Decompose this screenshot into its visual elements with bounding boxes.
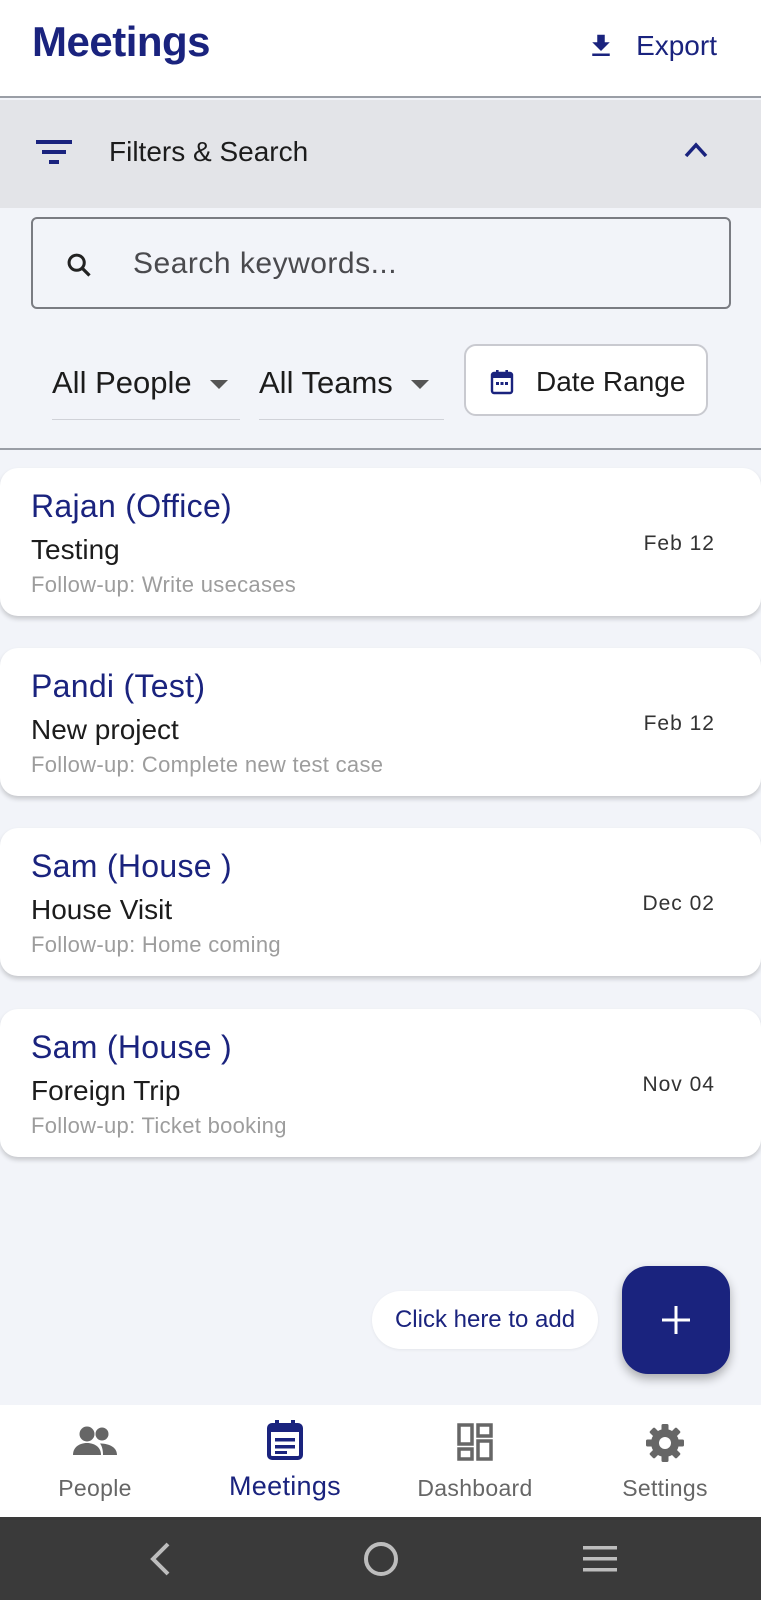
meeting-person: Pandi (Test) bbox=[31, 668, 206, 704]
export-button[interactable]: Export bbox=[586, 26, 717, 66]
gear-icon bbox=[646, 1424, 684, 1462]
download-icon bbox=[592, 34, 610, 56]
plus-icon bbox=[662, 1306, 690, 1334]
people-icon bbox=[73, 1426, 117, 1455]
nav-label-meetings: Meetings bbox=[229, 1471, 341, 1501]
add-hint-label[interactable]: Click here to add bbox=[372, 1291, 598, 1349]
home-icon[interactable] bbox=[363, 1541, 399, 1577]
meeting-card[interactable]: Sam (House ) House Visit Follow-up: Home… bbox=[0, 828, 761, 976]
meeting-title: House Visit bbox=[31, 894, 173, 925]
add-meeting-button[interactable] bbox=[622, 1266, 730, 1374]
filters-toggle[interactable]: Filters & Search bbox=[0, 100, 761, 208]
date-range-button[interactable]: Date Range bbox=[464, 344, 708, 416]
meeting-title: Testing bbox=[31, 534, 120, 565]
system-navigation-bar bbox=[0, 1517, 761, 1600]
meeting-followup: Follow-up: Write usecases bbox=[31, 572, 297, 597]
meeting-date: Feb 12 bbox=[643, 712, 715, 735]
dropdown-arrow-icon bbox=[410, 380, 429, 389]
dashboard-icon bbox=[457, 1423, 493, 1461]
nav-item-meetings[interactable]: Meetings bbox=[190, 1405, 380, 1517]
date-range-label: Date Range bbox=[536, 366, 686, 397]
export-label: Export bbox=[636, 30, 717, 61]
meeting-date: Nov 04 bbox=[642, 1073, 715, 1096]
search-icon bbox=[67, 253, 91, 277]
meeting-card[interactable]: Pandi (Test) New project Follow-up: Comp… bbox=[0, 648, 761, 796]
meeting-date: Feb 12 bbox=[643, 532, 715, 555]
bottom-navigation: People Meetings Dashboard Settings bbox=[0, 1405, 761, 1517]
filters-label: Filters & Search bbox=[109, 136, 309, 167]
filter-icon bbox=[36, 140, 72, 164]
meeting-followup: Follow-up: Home coming bbox=[31, 932, 281, 957]
nav-label-dashboard: Dashboard bbox=[417, 1475, 533, 1501]
search-input[interactable] bbox=[133, 239, 693, 289]
search-box[interactable] bbox=[31, 217, 731, 309]
recents-icon[interactable] bbox=[581, 1543, 619, 1575]
meeting-title: New project bbox=[31, 714, 179, 745]
nav-label-people: People bbox=[58, 1475, 132, 1501]
back-icon[interactable] bbox=[148, 1541, 172, 1577]
meeting-person: Sam (House ) bbox=[31, 1029, 232, 1065]
people-dropdown[interactable]: All People bbox=[52, 346, 240, 420]
meeting-date: Dec 02 bbox=[642, 892, 715, 915]
dropdown-arrow-icon bbox=[209, 380, 228, 389]
people-dropdown-label: All People bbox=[52, 364, 192, 400]
teams-dropdown[interactable]: All Teams bbox=[259, 346, 444, 420]
app-bar: Meetings Export bbox=[0, 0, 761, 98]
calendar-icon bbox=[490, 370, 514, 395]
chevron-up-icon[interactable] bbox=[683, 140, 709, 160]
teams-dropdown-label: All Teams bbox=[259, 364, 393, 400]
calendar-icon bbox=[267, 1420, 303, 1460]
nav-item-people[interactable]: People bbox=[0, 1405, 190, 1517]
meeting-followup: Follow-up: Ticket booking bbox=[31, 1113, 287, 1138]
filters-panel: All People All Teams Date Range bbox=[0, 208, 761, 450]
meeting-title: Foreign Trip bbox=[31, 1075, 181, 1106]
nav-label-settings: Settings bbox=[622, 1475, 708, 1501]
meeting-person: Rajan (Office) bbox=[31, 488, 233, 524]
meeting-person: Sam (House ) bbox=[31, 848, 232, 884]
meeting-card[interactable]: Rajan (Office) Testing Follow-up: Write … bbox=[0, 468, 761, 616]
meeting-card[interactable]: Sam (House ) Foreign Trip Follow-up: Tic… bbox=[0, 1009, 761, 1157]
nav-item-dashboard[interactable]: Dashboard bbox=[380, 1405, 570, 1517]
nav-item-settings[interactable]: Settings bbox=[570, 1405, 760, 1517]
page-title: Meetings bbox=[32, 18, 211, 65]
meeting-followup: Follow-up: Complete new test case bbox=[31, 752, 384, 777]
